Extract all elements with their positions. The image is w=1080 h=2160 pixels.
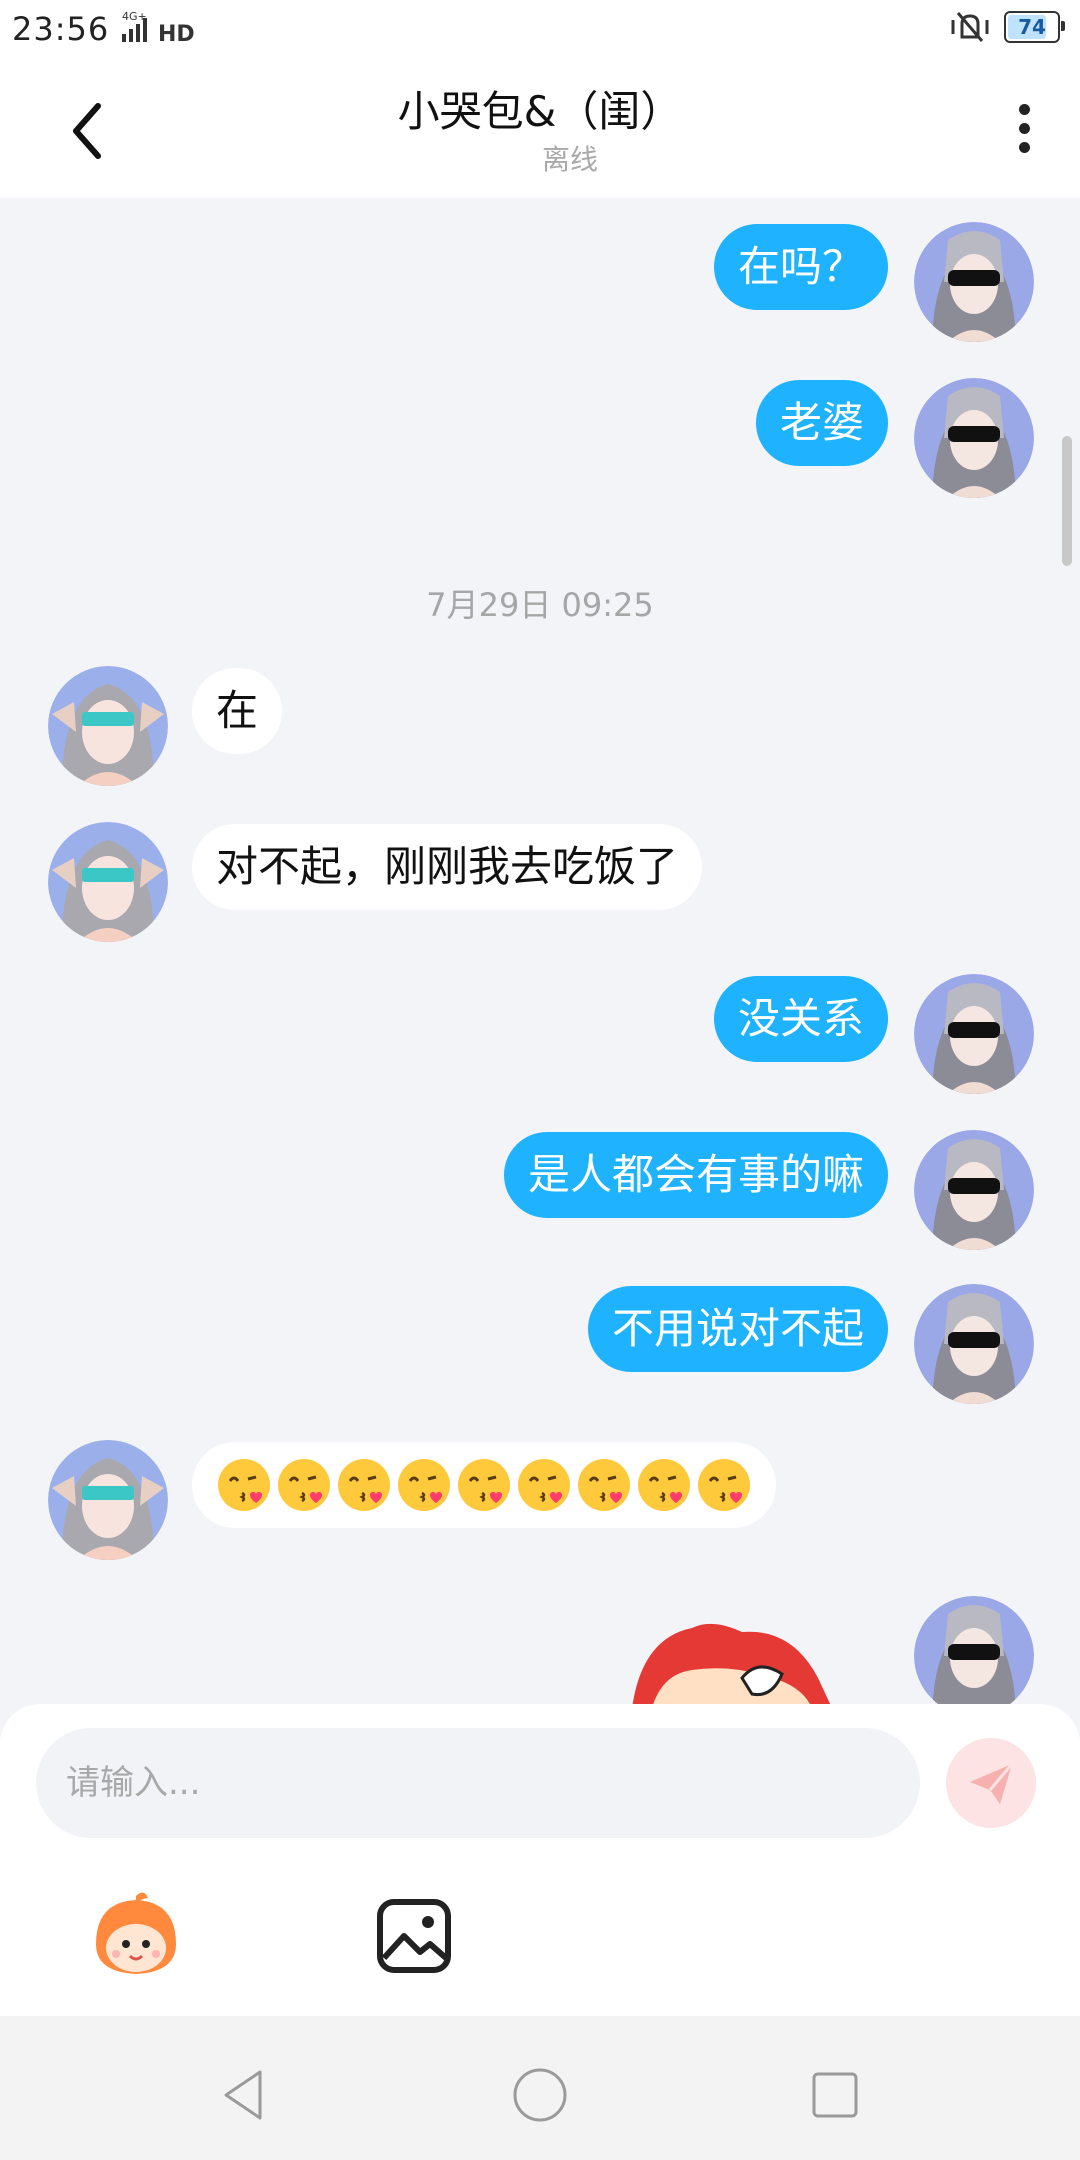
vibrate-mute-icon <box>951 12 989 42</box>
image-icon[interactable] <box>366 1888 462 1984</box>
contact-status: 离线 <box>541 143 598 176</box>
my-avatar[interactable] <box>914 1130 1034 1250</box>
my-avatar[interactable] <box>914 1284 1034 1404</box>
kissing-face-icon <box>398 1459 450 1511</box>
my-avatar[interactable] <box>914 378 1034 498</box>
my-avatar[interactable] <box>914 974 1034 1094</box>
received-emoji-bubble[interactable] <box>192 1442 776 1528</box>
message-row: 在 <box>0 666 1080 788</box>
message-row <box>0 1440 1080 1562</box>
my-avatar[interactable] <box>914 1596 1034 1704</box>
home-circle-icon[interactable] <box>505 2060 575 2130</box>
sent-bubble[interactable]: 没关系 <box>713 976 888 1062</box>
sent-bubble[interactable]: 在吗？ <box>713 224 888 310</box>
chat-header: 小哭包&（闺） 离线 <box>0 56 1080 198</box>
message-row: 在吗？ <box>0 222 1080 344</box>
message-row: 是人都会有事的嘛 <box>0 1130 1080 1252</box>
my-avatar[interactable] <box>914 222 1034 342</box>
signal-icon: 4G+ HD <box>122 10 195 44</box>
kissing-face-icon <box>518 1459 570 1511</box>
message-row: 对不起，刚刚我去吃饭了 <box>0 822 1080 944</box>
svg-text:HD: HD <box>158 22 195 44</box>
contact-name: 小哭包&（闺） <box>397 87 683 136</box>
contact-avatar[interactable] <box>48 1440 168 1560</box>
message-row: 不用说对不起 <box>0 1284 1080 1406</box>
system-nav-bar <box>0 2016 1080 2160</box>
sent-bubble[interactable]: 是人都会有事的嘛 <box>503 1132 888 1218</box>
kissing-face-icon <box>278 1459 330 1511</box>
back-triangle-icon[interactable] <box>210 2060 280 2130</box>
status-bar: 23:56 4G+ HD 74 <box>0 0 1080 56</box>
sent-bubble[interactable]: 不用说对不起 <box>587 1286 888 1372</box>
input-panel <box>0 1704 1080 2016</box>
kissing-face-icon <box>578 1459 630 1511</box>
recent-square-icon[interactable] <box>800 2060 870 2130</box>
battery-icon: 74 <box>1004 11 1065 43</box>
message-row <box>0 1596 1080 1704</box>
received-bubble[interactable]: 在 <box>192 668 283 754</box>
kissing-face-icon <box>458 1459 510 1511</box>
monkey-sticker-icon[interactable] <box>88 1888 184 1984</box>
message-list[interactable]: 在吗？ 老婆 7月29日 09:25 在 对不起，刚刚我去吃饭了 没关系 是人都… <box>0 198 1080 1704</box>
sticker-image[interactable] <box>622 1618 842 1704</box>
more-vertical-icon[interactable] <box>1012 96 1036 160</box>
emoji-strip <box>216 1442 752 1528</box>
received-bubble[interactable]: 对不起，刚刚我去吃饭了 <box>192 824 703 910</box>
message-row: 没关系 <box>0 974 1080 1096</box>
contact-avatar[interactable] <box>48 666 168 786</box>
status-time: 23:56 <box>12 10 110 48</box>
kissing-face-icon <box>218 1459 270 1511</box>
contact-avatar[interactable] <box>48 822 168 942</box>
send-icon[interactable] <box>946 1738 1036 1828</box>
time-divider: 7月29日 09:25 <box>426 586 654 624</box>
sent-bubble[interactable]: 老婆 <box>755 380 888 466</box>
message-input[interactable] <box>36 1728 920 1838</box>
kissing-face-icon <box>698 1459 750 1511</box>
kissing-face-icon <box>338 1459 390 1511</box>
kissing-face-icon <box>638 1459 690 1511</box>
battery-level: 74 <box>1018 15 1046 39</box>
message-row: 老婆 <box>0 378 1080 500</box>
